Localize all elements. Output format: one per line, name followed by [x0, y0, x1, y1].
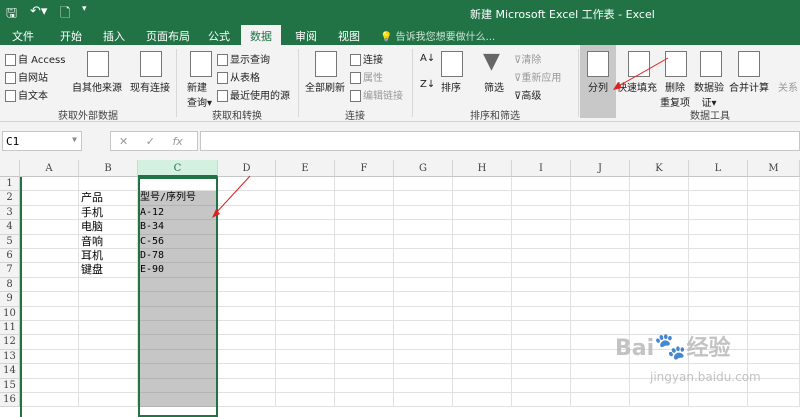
annotation-arrow	[214, 175, 251, 215]
watermark-logo: Bai🐾经验	[615, 332, 731, 362]
annotation-arrow	[616, 57, 669, 88]
arrow-head	[613, 82, 622, 90]
watermark-url: jingyan.baidu.com	[650, 370, 761, 384]
